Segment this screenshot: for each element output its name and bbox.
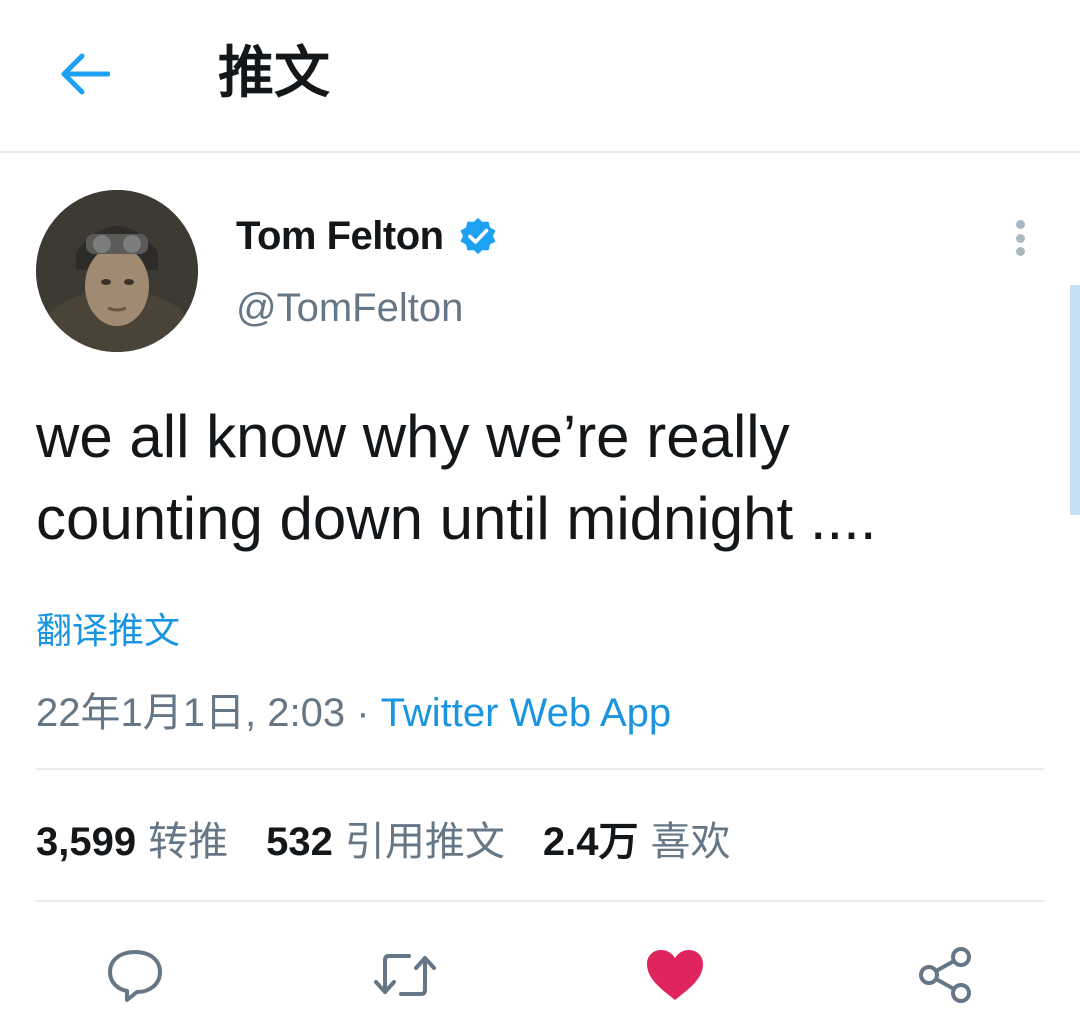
page-title: 推文: [218, 41, 330, 106]
top-bar: 推文: [0, 0, 1080, 153]
share-icon: [919, 947, 971, 1003]
tweet-text-line-1: we all know why we’re really: [36, 403, 790, 470]
quotes-count: 532: [266, 820, 333, 864]
more-vertical-icon[interactable]: [1006, 216, 1034, 260]
retweets-count: 3,599: [36, 820, 137, 864]
retweet-button[interactable]: [370, 940, 440, 1010]
tweet-actions: [0, 940, 1080, 1010]
reply-button[interactable]: [100, 940, 170, 1010]
heart-icon: [647, 950, 703, 1000]
tweet-text-line-2: counting down until midnight ....: [36, 485, 877, 552]
tweet-text: we all know why we’re really counting do…: [36, 396, 1036, 560]
share-button[interactable]: [910, 940, 980, 1010]
avatar-photo: [36, 190, 198, 352]
quotes-label: 引用推文: [344, 819, 505, 865]
retweet-icon: [374, 954, 436, 996]
tweet-meta: 22年1月1日, 2:03 · Twitter Web App: [36, 680, 671, 738]
retweets-label: 转推: [148, 819, 229, 865]
divider: [36, 768, 1044, 770]
back-button[interactable]: [52, 46, 116, 102]
divider: [36, 900, 1044, 902]
tweet-stats: 3,599 转推 532 引用推文 2.4万 喜欢: [36, 808, 768, 868]
likes-count: 2.4万: [542, 820, 639, 864]
tweet-source-link[interactable]: Twitter Web App: [381, 691, 672, 735]
translate-tweet-link[interactable]: 翻译推文: [36, 602, 180, 654]
likes-stat[interactable]: 2.4万 喜欢: [543, 809, 731, 867]
author-name-row[interactable]: Tom Felton: [236, 208, 498, 264]
verified-badge-icon: [458, 216, 498, 256]
quotes-stat[interactable]: 532 引用推文: [266, 809, 505, 867]
avatar[interactable]: [36, 190, 198, 352]
author-handle[interactable]: @TomFelton: [236, 286, 463, 331]
tweet-timestamp[interactable]: 22年1月1日, 2:03: [36, 691, 345, 735]
reply-icon: [108, 950, 162, 1002]
author-display-name[interactable]: Tom Felton: [236, 214, 444, 259]
likes-label: 喜欢: [650, 819, 731, 865]
scroll-indicator[interactable]: [1070, 285, 1080, 515]
meta-separator: ·: [356, 691, 370, 735]
retweets-stat[interactable]: 3,599 转推: [36, 809, 228, 867]
arrow-left-icon: [61, 53, 110, 95]
like-button[interactable]: [640, 940, 710, 1010]
